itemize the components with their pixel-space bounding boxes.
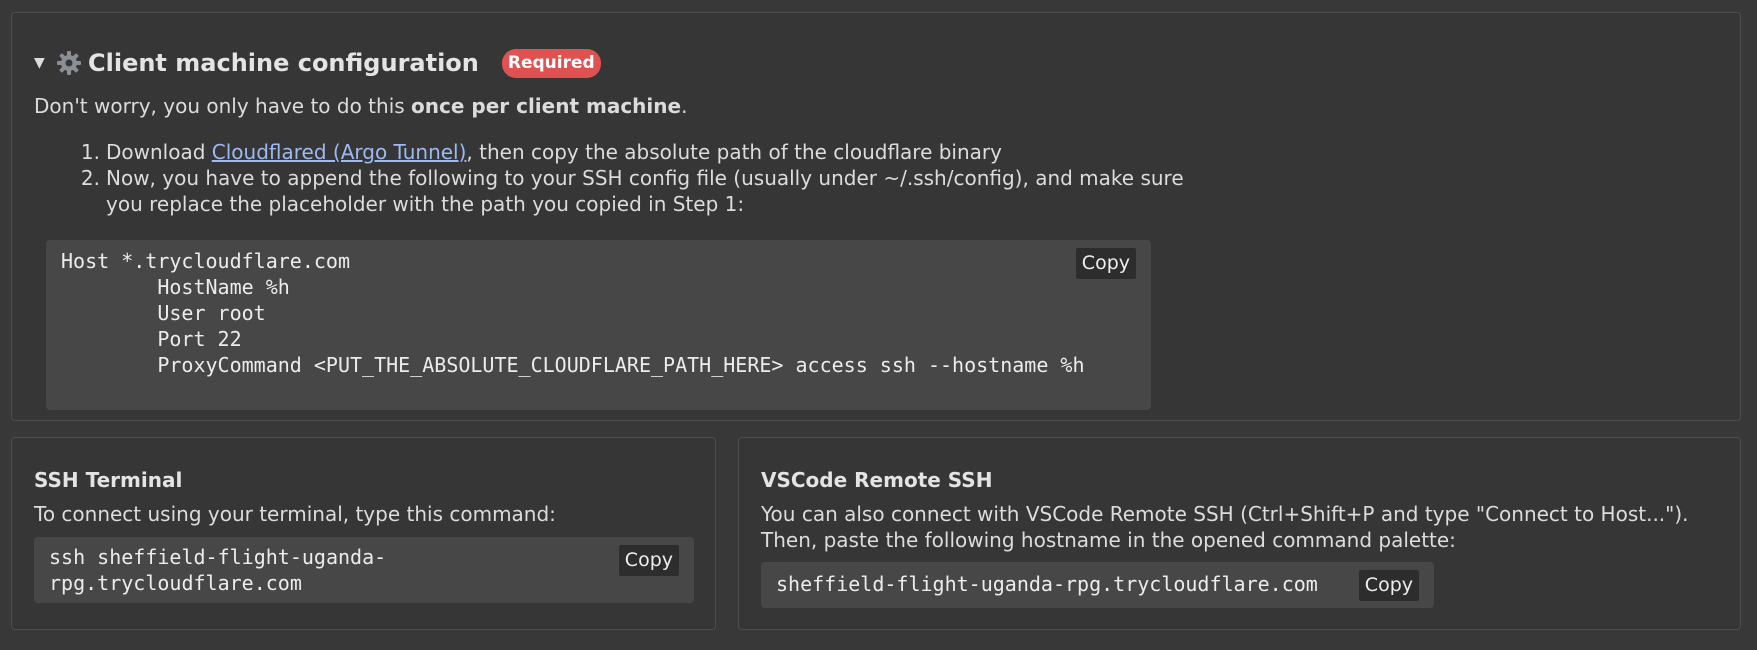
ssh-command-code-block: ssh sheffield-flight-uganda-rpg.trycloud… (34, 537, 694, 603)
required-badge: Required (501, 48, 601, 78)
step-1-prefix: Download (106, 140, 212, 164)
client-config-panel: ▼ Client machine configuration Required (11, 12, 1741, 421)
caret-down-icon[interactable]: ▼ (34, 55, 56, 71)
vscode-hostname-code-block: sheffield-flight-uganda-rpg.trycloudflar… (761, 562, 1434, 608)
ssh-config-code-block: Host *.trycloudflare.com HostName %h Use… (46, 240, 1151, 410)
intro-text: Don't worry, you only have to do this (34, 94, 412, 118)
vscode-title: VSCode Remote SSH (761, 468, 993, 492)
ssh-command: ssh sheffield-flight-uganda-rpg.trycloud… (49, 545, 387, 595)
config-title: Client machine configuration (88, 49, 479, 77)
config-intro: Don't worry, you only have to do this on… (34, 93, 687, 119)
intro-suffix: . (681, 94, 688, 118)
copy-ssh-command-button[interactable]: Copy (618, 545, 679, 576)
ssh-config-code: Host *.trycloudflare.com HostName %h Use… (61, 249, 1085, 377)
ssh-terminal-title: SSH Terminal (34, 468, 183, 492)
vscode-hostname: sheffield-flight-uganda-rpg.trycloudflar… (776, 572, 1318, 596)
copy-config-button[interactable]: Copy (1075, 248, 1136, 279)
step-1: Download Cloudflared (Argo Tunnel), then… (78, 139, 1226, 165)
step-1-suffix: , then copy the absolute path of the clo… (466, 140, 1002, 164)
gear-icon (56, 50, 86, 76)
cloudflared-link[interactable]: Cloudflared (Argo Tunnel) (212, 140, 467, 164)
vscode-description: You can also connect with VSCode Remote … (761, 502, 1689, 552)
copy-hostname-button[interactable]: Copy (1358, 570, 1419, 601)
ssh-terminal-description: To connect using your terminal, type thi… (34, 502, 556, 526)
intro-emphasis: once per client machine (411, 94, 682, 118)
ssh-terminal-panel: SSH Terminal To connect using your termi… (11, 437, 716, 630)
step-2: Now, you have to append the following to… (78, 165, 1184, 216)
config-steps: Download Cloudflared (Argo Tunnel), then… (34, 139, 1226, 217)
config-header[interactable]: ▼ Client machine configuration Required (34, 47, 601, 79)
vscode-remote-panel: VSCode Remote SSH You can also connect w… (738, 437, 1741, 630)
